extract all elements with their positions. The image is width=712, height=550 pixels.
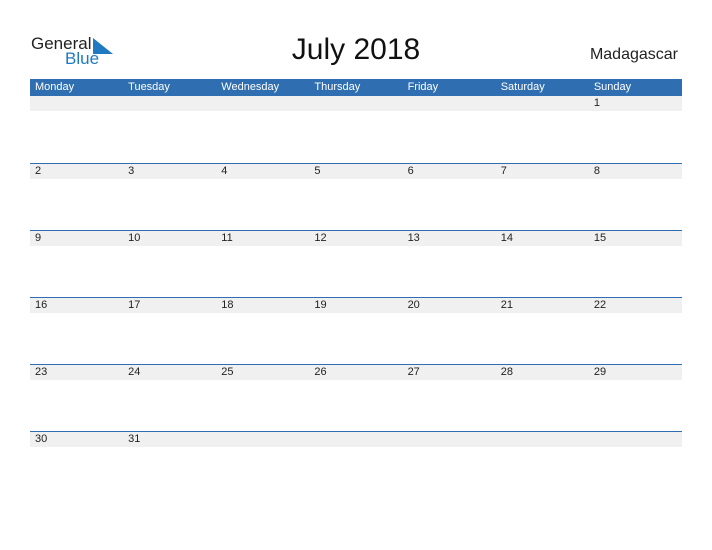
- day-cell: [309, 96, 402, 111]
- day-cell: 29: [593, 366, 607, 378]
- day-cell: 21: [500, 299, 513, 311]
- day-cell: 3: [128, 165, 135, 177]
- day-cell: [496, 432, 589, 447]
- day-cell: [403, 96, 496, 111]
- day-cell: 30: [35, 433, 48, 445]
- day-cell: [496, 96, 589, 111]
- week-row: 9 10 11 12 13 14 15: [30, 230, 682, 297]
- week-row: 30 31: [30, 431, 682, 498]
- day-cell: [403, 432, 496, 447]
- day-cell: 7: [500, 165, 507, 177]
- day-cell: 19: [314, 299, 327, 311]
- weekday-label: Monday: [35, 81, 75, 93]
- day-cell: 22: [593, 299, 607, 311]
- day-cell: 24: [128, 366, 141, 378]
- day-cell: 11: [221, 232, 233, 244]
- week-row: 1: [30, 96, 682, 163]
- day-cell: 28: [500, 366, 513, 378]
- day-cell: 2: [35, 165, 42, 177]
- day-cell: [589, 432, 682, 447]
- date-row: 2 3 4 5 6 7 8: [30, 164, 682, 179]
- day-cell: 13: [407, 232, 420, 244]
- day-cell: 31: [128, 433, 141, 445]
- day-cell: 12: [314, 232, 327, 244]
- day-cell: 15: [593, 232, 607, 244]
- date-row: 16 17 18 19 20 21 22: [30, 298, 682, 313]
- day-cell: [216, 96, 309, 111]
- date-row: 1: [30, 96, 682, 111]
- day-cell: [309, 432, 402, 447]
- weekday-label: Tuesday: [128, 81, 170, 93]
- calendar-grid: Monday Tuesday Wednesday Thursday Friday…: [30, 79, 682, 498]
- week-row: 23 24 25 26 27 28 29: [30, 364, 682, 431]
- day-cell: 16: [35, 299, 48, 311]
- day-cell: 26: [314, 366, 327, 378]
- date-row: 23 24 25 26 27 28 29: [30, 365, 682, 380]
- weekday-header: Monday Tuesday Wednesday Thursday Friday…: [30, 79, 682, 96]
- day-cell: 4: [221, 165, 228, 177]
- day-cell: 14: [500, 232, 513, 244]
- day-cell: 5: [314, 165, 321, 177]
- day-cell: 9: [35, 232, 42, 244]
- weekday-label: Friday: [407, 81, 439, 93]
- week-row: 16 17 18 19 20 21 22: [30, 297, 682, 364]
- day-cell: 10: [128, 232, 141, 244]
- day-cell: 17: [128, 299, 141, 311]
- day-cell: 25: [221, 366, 234, 378]
- date-row: 9 10 11 12 13 14 15: [30, 231, 682, 246]
- week-row: 2 3 4 5 6 7 8: [30, 163, 682, 230]
- day-cell: [30, 96, 123, 111]
- weekday-label: Wednesday: [221, 81, 280, 93]
- day-cell: 23: [35, 366, 48, 378]
- day-cell: 1: [593, 97, 600, 109]
- day-cell: 6: [407, 165, 414, 177]
- day-cell: 8: [593, 165, 600, 177]
- day-cell: 20: [407, 299, 420, 311]
- weekday-label: Saturday: [500, 81, 545, 93]
- weekday-label: Sunday: [593, 81, 632, 93]
- weekday-label: Thursday: [314, 81, 361, 93]
- date-row: 30 31: [30, 432, 682, 447]
- country-label: Madagascar: [589, 46, 678, 63]
- day-cell: 27: [407, 366, 420, 378]
- day-cell: 18: [221, 299, 234, 311]
- day-cell: [216, 432, 309, 447]
- day-cell: [123, 96, 216, 111]
